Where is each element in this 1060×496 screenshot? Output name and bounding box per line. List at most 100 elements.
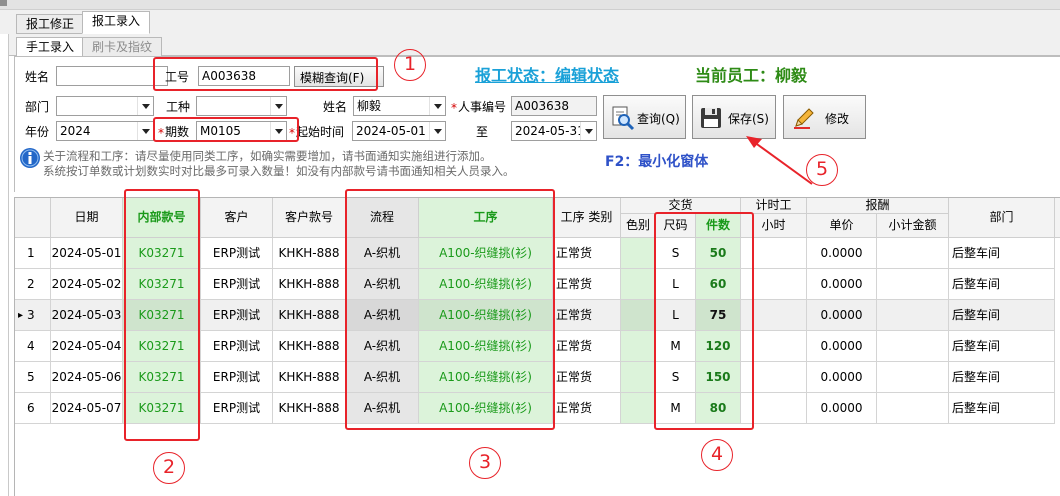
tab-report-entry[interactable]: 报工录入 [82,11,151,34]
chevron-down-icon[interactable] [270,97,286,115]
query-button[interactable]: 查询(Q) [603,95,686,139]
f2-minimize-hint: F2：最小化窗体 [605,154,709,170]
cell-unit-price[interactable]: 0.0000 [807,362,877,393]
cell-cust-style[interactable]: KHKH-888 [273,362,346,393]
name2-select[interactable]: 柳毅 [353,96,446,116]
row-number[interactable]: 6 [15,393,51,424]
cell-unit-price[interactable]: 0.0000 [807,331,877,362]
magnifier-document-icon [612,106,635,131]
cell-color[interactable] [621,269,656,300]
cell-subtotal[interactable] [877,331,949,362]
save-button-label: 保存(S) [728,112,769,126]
row-number[interactable]: 2 [15,269,51,300]
floppy-disk-icon [701,108,721,128]
cell-proc-type[interactable]: 正常货 [553,362,621,393]
chevron-down-icon[interactable] [137,122,153,140]
end-date-picker[interactable]: 2024-05-31 [511,121,597,141]
chevron-down-icon[interactable] [429,122,445,140]
query-button-label: 查询(Q) [637,112,680,126]
cell-customer[interactable]: ERP测试 [201,362,273,393]
window-top-stub [0,0,7,6]
start-time-label: 起始时间 [296,125,345,139]
header-color[interactable]: 色别 [621,214,656,238]
cell-dept[interactable]: 后整车间 [949,238,1055,269]
cell-subtotal[interactable] [877,362,949,393]
cell-date[interactable]: 2024-05-07 [51,393,123,424]
cell-date[interactable]: 2024-05-04 [51,331,123,362]
cell-cust-style[interactable]: KHKH-888 [273,300,346,331]
cell-subtotal[interactable] [877,269,949,300]
to-label: 至 [476,125,489,139]
name-input[interactable] [56,66,168,86]
cell-customer[interactable]: ERP测试 [201,238,273,269]
cell-customer[interactable]: ERP测试 [201,269,273,300]
cell-proc-type[interactable]: 正常货 [553,331,621,362]
row-number[interactable]: 1 [15,238,51,269]
cell-dept[interactable]: 后整车间 [949,393,1055,424]
cell-proc-type[interactable]: 正常货 [553,393,621,424]
cell-proc-type[interactable]: 正常货 [553,269,621,300]
cell-date[interactable]: 2024-05-06 [51,362,123,393]
cell-date[interactable]: 2024-05-02 [51,269,123,300]
worktype-select[interactable] [196,96,287,116]
name2-select-value: 柳毅 [357,99,382,113]
chevron-down-icon[interactable] [580,122,596,140]
cell-color[interactable] [621,331,656,362]
worktype-label: 工种 [166,100,191,114]
row-number[interactable]: 5 [15,362,51,393]
start-date-picker[interactable]: 2024-05-01 [352,121,446,141]
cell-customer[interactable]: ERP测试 [201,300,273,331]
cell-color[interactable] [621,300,656,331]
cell-cust-style[interactable]: KHKH-888 [273,238,346,269]
cell-subtotal[interactable] [877,300,949,331]
annotation-number-1: 1 [394,49,426,81]
cell-unit-price[interactable]: 0.0000 [807,238,877,269]
annotation-arrow [746,136,813,185]
header-customer[interactable]: 客户 [201,198,273,238]
tab-report-correction[interactable]: 报工修正 [16,14,85,34]
pencil-icon [794,108,814,129]
hr-no-input[interactable]: A003638 [511,96,597,116]
cell-cust-style[interactable]: KHKH-888 [273,269,346,300]
cell-dept[interactable]: 后整车间 [949,300,1055,331]
annotation-box-3 [345,189,555,430]
content-left-border [8,34,9,496]
cell-date[interactable]: 2024-05-03 [51,300,123,331]
cell-customer[interactable]: ERP测试 [201,393,273,424]
cell-cust-style[interactable]: KHKH-888 [273,393,346,424]
header-date[interactable]: 日期 [51,198,123,238]
status-text: 报工状态：编辑状态 [475,66,620,85]
header-rownum [15,198,51,238]
year-select[interactable]: 2024 [56,121,154,141]
cell-dept[interactable]: 后整车间 [949,362,1055,393]
chevron-down-icon[interactable] [429,97,445,115]
cell-color[interactable] [621,362,656,393]
cell-dept[interactable]: 后整车间 [949,269,1055,300]
header-subtotal[interactable]: 小计金额 [877,214,949,238]
header-cust-style[interactable]: 客户款号 [273,198,346,238]
cell-unit-price[interactable]: 0.0000 [807,269,877,300]
cell-color[interactable] [621,238,656,269]
cell-proc-type[interactable]: 正常货 [553,238,621,269]
tab-card-fingerprint[interactable]: 刷卡及指纹 [82,37,163,57]
cell-subtotal[interactable] [877,393,949,424]
annotation-number-4: 4 [701,439,733,471]
header-proc-type[interactable]: 工序 类别 [553,198,621,238]
cell-subtotal[interactable] [877,238,949,269]
cell-color[interactable] [621,393,656,424]
cell-customer[interactable]: ERP测试 [201,331,273,362]
cell-date[interactable]: 2024-05-01 [51,238,123,269]
cell-dept[interactable]: 后整车间 [949,331,1055,362]
cell-cust-style[interactable]: KHKH-888 [273,331,346,362]
row-number[interactable]: 4 [15,331,51,362]
header-dept[interactable]: 部门 [949,198,1055,238]
annotation-box-4 [654,212,754,430]
cell-proc-type[interactable]: 正常货 [553,300,621,331]
cell-unit-price[interactable]: 0.0000 [807,393,877,424]
tab-manual-entry[interactable]: 手工录入 [16,37,85,57]
chevron-down-icon[interactable] [137,97,153,115]
annotation-box-2 [124,189,200,441]
header-unit-price[interactable]: 单价 [807,214,877,238]
cell-unit-price[interactable]: 0.0000 [807,300,877,331]
dept-select[interactable] [56,96,154,116]
